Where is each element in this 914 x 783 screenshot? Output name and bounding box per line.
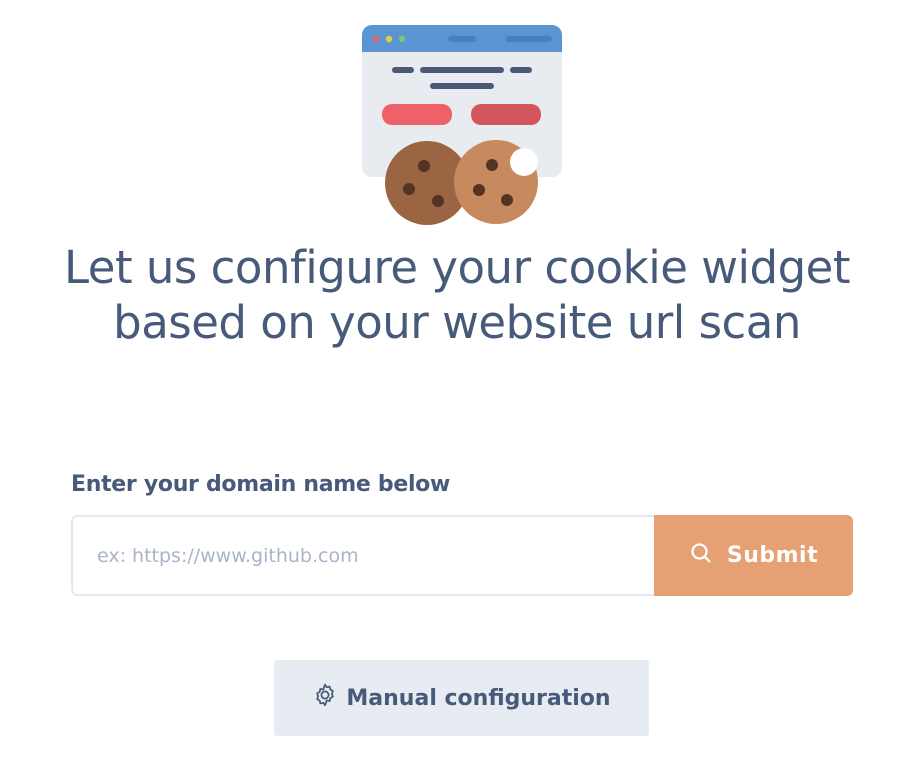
manual-configuration-label: Manual configuration [346,685,611,711]
page-title: Let us configure your cookie widget base… [63,241,851,349]
gear-icon [312,682,338,714]
domain-form: Submit [71,515,853,596]
domain-input[interactable] [71,515,654,596]
submit-button-label: Submit [726,543,819,568]
submit-button[interactable]: Submit [654,515,853,596]
manual-configuration-button[interactable]: Manual configuration [274,660,649,736]
search-icon [689,541,713,571]
domain-field-label: Enter your domain name below [71,472,451,497]
browser-cookies-illustration [360,22,566,228]
